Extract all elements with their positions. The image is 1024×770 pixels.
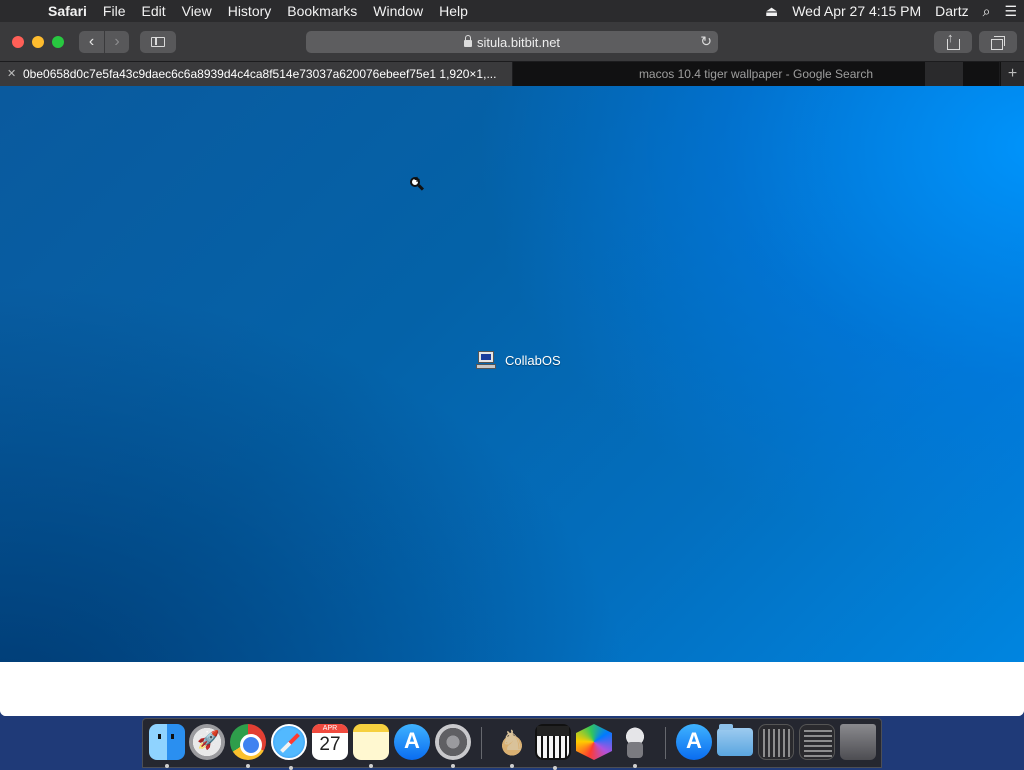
folder-icon[interactable] [717,724,753,756]
menu-file[interactable]: File [95,3,134,19]
reload-icon[interactable]: ↻ [700,33,712,50]
stack-icon[interactable] [758,724,794,760]
finder-icon[interactable] [149,724,185,768]
notes-icon[interactable] [353,724,389,768]
new-tab-button[interactable]: + [1000,62,1024,86]
piano-icon[interactable] [535,724,571,770]
browser-toolbar: ‹ › situla.bitbit.net ↻ [0,22,1024,62]
tab-google-search[interactable]: macos 10.4 tiger wallpaper - Google Sear… [513,62,999,86]
share-button[interactable] [934,30,972,53]
menu-view[interactable]: View [174,3,220,19]
window-fullscreen-button[interactable] [52,36,64,48]
dock-separator [481,727,482,759]
computer-icon [476,350,496,370]
address-bar[interactable]: situla.bitbit.net ↻ [306,31,718,53]
safari-icon[interactable] [271,724,307,770]
clock[interactable]: Wed Apr 27 4:15 PM [785,3,928,19]
automator-icon[interactable] [617,724,653,768]
tab-title-search: macos 10.4 tiger wallpaper - Google Sear… [638,67,874,81]
safari-window: ‹ › situla.bitbit.net ↻ ✕ 0be0658d0c7e5f… [0,22,1024,716]
user-name[interactable]: Dartz [928,3,975,19]
close-tab-icon[interactable]: ✕ [7,62,16,86]
notification-center-icon[interactable]: ☰ [997,3,1024,20]
menu-help[interactable]: Help [431,3,476,19]
chevron-right-icon: › [114,33,120,50]
grapher-icon[interactable] [576,724,612,760]
lock-icon [463,34,472,47]
chrome-icon[interactable] [230,724,266,768]
menu-bookmarks[interactable]: Bookmarks [279,3,365,19]
back-button[interactable]: ‹ [79,31,104,53]
desktop-icon-label: CollabOS [505,352,561,368]
menu-edit[interactable]: Edit [133,3,173,19]
menu-app-safari[interactable]: Safari [40,3,95,19]
window-minimize-button[interactable] [32,36,44,48]
menu-bar: Safari File Edit View History Bookmarks … [0,0,1024,22]
sidebar-icon [151,37,165,47]
tab-bar: ✕ 0be0658d0c7e5fa43c9daec6c6a8939d4c4ca8… [0,62,1024,86]
menu-history[interactable]: History [220,3,280,19]
launchpad-icon[interactable] [189,724,225,760]
zoom-in-cursor-icon [410,175,425,191]
trash-icon[interactable] [840,724,876,760]
tab-overview-button[interactable] [979,31,1017,53]
app-store-icon[interactable] [394,724,430,760]
wallpaper-image[interactable]: CollabOS [0,86,1024,662]
sidebar-toggle-button[interactable] [140,31,176,53]
tab-image[interactable]: ✕ 0be0658d0c7e5fa43c9daec6c6a8939d4c4ca8… [0,62,512,86]
chess-icon[interactable] [494,724,530,768]
desktop-icon-collabos[interactable]: CollabOS [476,350,561,370]
tab-title-image: 0be0658d0c7e5fa43c9daec6c6a8939d4c4ca8f5… [23,67,497,81]
dock-separator [665,727,666,759]
eject-icon[interactable]: ⏏ [758,3,785,20]
chevron-left-icon: ‹ [88,33,95,50]
stack-icon[interactable] [799,724,835,760]
spotlight-search-icon[interactable]: ⌕ [976,3,998,20]
app-store-download-icon[interactable] [676,724,712,760]
forward-button[interactable]: › [105,31,129,53]
address-url: situla.bitbit.net [476,34,561,50]
tab-divider [925,62,963,86]
dock: 27 [142,718,882,770]
calendar-icon[interactable]: 27 [312,724,348,760]
system-preferences-icon[interactable] [435,724,471,768]
menu-window[interactable]: Window [365,3,431,19]
window-close-button[interactable] [12,36,24,48]
web-content: CollabOS [0,86,1024,716]
